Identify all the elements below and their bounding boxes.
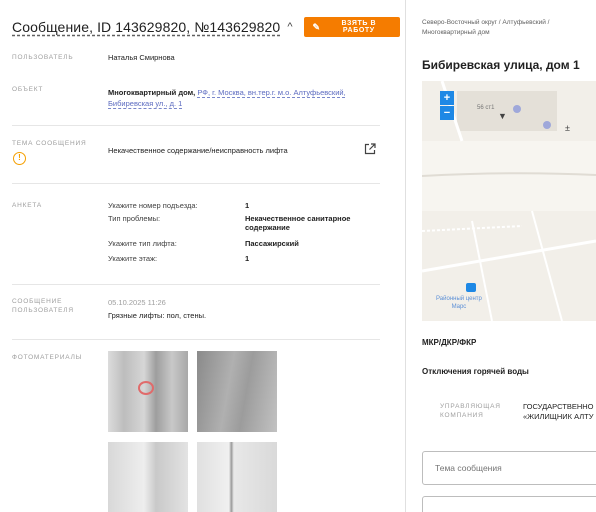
management-company-label: Управляющая компания (440, 402, 501, 420)
user-label: Пользователь (12, 54, 74, 61)
object-value: Многоквартирный дом, РФ, г. Москва, вн.т… (108, 87, 383, 109)
object-street-link[interactable]: Бибиревская ул., д. 1 (108, 99, 182, 108)
photo-thumbnail[interactable] (197, 442, 277, 512)
message-text: Грязные лифты: пол, стены. (108, 311, 207, 320)
zoom-in-button[interactable]: + (440, 91, 454, 105)
building-pin-icon: ▼ (498, 111, 507, 121)
pencil-icon: ✎ (312, 21, 321, 32)
breadcrumb-line1[interactable]: Северо-Восточный округ / Алтуфьевский / (422, 19, 549, 26)
topic-field[interactable] (422, 451, 596, 485)
title-row: Сообщение, ID 143629820, №143629820 ^ ✎ … (12, 17, 400, 37)
mkr-title: МКР/ДКР/ФКР (422, 338, 477, 347)
uk-value-line1: ГОСУДАРСТВЕННО (523, 402, 594, 411)
photo-thumbnail[interactable] (108, 442, 188, 512)
form-label: Анкета (12, 202, 43, 209)
object-type: Многоквартирный дом, (108, 88, 196, 97)
collapse-caret-icon[interactable]: ^ (287, 21, 292, 33)
divider (12, 339, 380, 340)
poi-icon: ± (565, 123, 570, 133)
uk-label-line1: Управляющая (440, 403, 501, 410)
object-label: Объект (12, 86, 44, 93)
topic-input[interactable] (423, 452, 596, 484)
poi-label-line2: Марс (451, 304, 467, 310)
divider (12, 125, 380, 126)
poi-label: Районный центр Марс (436, 295, 482, 311)
poi-label-line1: Районный центр (436, 296, 482, 302)
hot-water-title: Отключения горячей воды (422, 367, 529, 376)
topic-label: Тема сообщения (12, 140, 87, 147)
object-side-panel: Северо-Восточный округ / Алтуфьевский / … (412, 0, 596, 512)
form-answer: 1 (245, 254, 250, 263)
panel-divider (405, 0, 406, 512)
form-question: Укажите этаж: (108, 254, 158, 263)
warning-icon: ! (13, 152, 26, 165)
breadcrumb: Северо-Восточный округ / Алтуфьевский / … (422, 18, 594, 38)
photo-thumbnail[interactable] (108, 351, 188, 432)
uk-value-line2: «ЖИЛИЩНИК АЛТУ (523, 412, 594, 421)
photo-thumbnail[interactable] (197, 351, 277, 432)
photos-label: Фотоматериалы (12, 354, 83, 361)
object-address-title: Бибиревская улица, дом 1 (422, 58, 580, 72)
form-answer: Пассажирский (245, 239, 299, 248)
divider (12, 183, 380, 184)
uk-label-line2: компания (440, 412, 484, 419)
form-question: Тип проблемы: (108, 214, 161, 223)
message-date: 05.10.2025 11:26 (108, 298, 166, 307)
take-to-work-label: Взять в работу (341, 20, 377, 34)
message-label-line1: Сообщение (12, 298, 63, 305)
map[interactable]: + − 56 ст1 ▼ ± Районный центр Марс (422, 81, 596, 321)
form-question: Укажите номер подъезда: (108, 201, 198, 210)
text-field[interactable] (422, 496, 596, 512)
form-answer: 1 (245, 201, 250, 210)
breadcrumb-line2[interactable]: Многоквартирный дом (422, 29, 490, 36)
message-panel: Сообщение, ID 143629820, №143629820 ^ ✎ … (0, 0, 400, 512)
divider (12, 284, 380, 285)
form-question: Укажите тип лифта: (108, 239, 177, 248)
take-to-work-button[interactable]: ✎ Взять в работу (304, 17, 400, 37)
object-address-link[interactable]: РФ, г. Москва, вн.тер.г. м.о. Алтуфьевск… (197, 88, 345, 97)
user-value: Наталья Смирнова (108, 53, 175, 62)
message-label: Сообщение пользователя (12, 297, 74, 315)
message-label-line2: пользователя (12, 307, 74, 314)
management-company-value: ГОСУДАРСТВЕННО «ЖИЛИЩНИК АЛТУ (523, 402, 594, 422)
page-title[interactable]: Сообщение, ID 143629820, №143629820 (12, 19, 280, 35)
building-label: 56 ст1 (477, 105, 495, 111)
topic-value: Некачественное содержание/неисправность … (108, 146, 288, 155)
zoom-out-button[interactable]: − (440, 106, 454, 120)
form-answer: Некачественное санитарное содержание (245, 214, 351, 232)
open-external-icon[interactable] (364, 143, 376, 155)
